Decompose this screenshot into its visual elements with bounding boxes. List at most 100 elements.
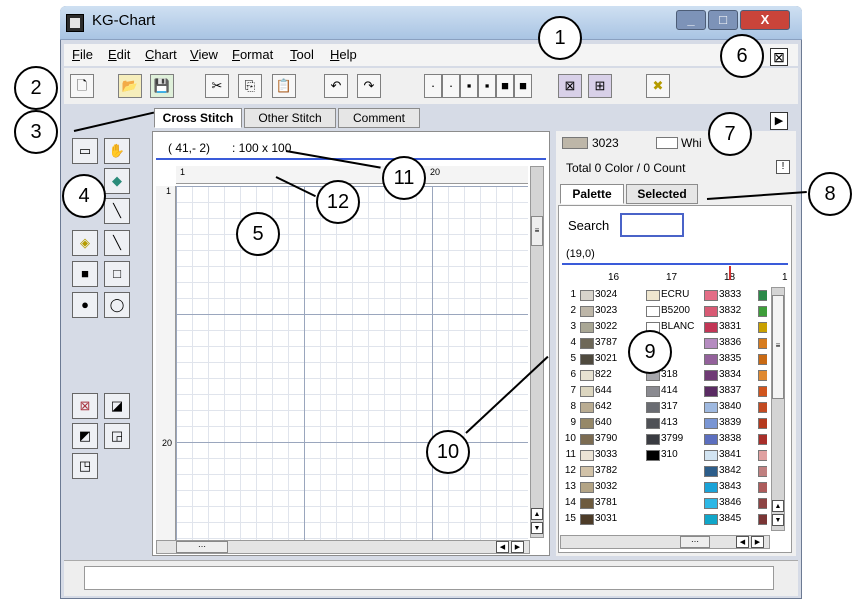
color-code[interactable]: 3033	[595, 447, 641, 463]
color-swatch[interactable]	[580, 482, 594, 493]
menu-view[interactable]: View	[190, 47, 218, 62]
color-swatch[interactable]	[704, 290, 718, 301]
copy-button[interactable]: ⎘	[238, 74, 262, 98]
palette-row[interactable]: 8 642 317 3840	[562, 399, 767, 415]
canvas-scroll-left-button[interactable]: ◀	[496, 541, 509, 553]
canvas-scroll-down-button[interactable]: ▼	[531, 522, 543, 534]
color-code[interactable]: 3782	[595, 463, 641, 479]
tab-other-stitch[interactable]: Other Stitch	[244, 108, 336, 128]
color-swatch[interactable]	[646, 450, 660, 461]
color-swatch[interactable]	[758, 322, 767, 333]
palette-row[interactable]: 14 3781 3846	[562, 495, 767, 511]
color-code[interactable]: 644	[595, 383, 641, 399]
color-swatch[interactable]	[646, 402, 660, 413]
select-tool-icon[interactable]: ▭	[72, 138, 98, 164]
color-code[interactable]: B5200	[661, 303, 707, 319]
open-button[interactable]: 📂	[118, 74, 142, 98]
palette-grid[interactable]: 1 3024 ECRU 3833 2 3023 B5200 3832 3 3022 BLANC 383…	[562, 287, 767, 545]
color-swatch[interactable]	[758, 354, 767, 365]
color-code[interactable]: 3031	[595, 511, 641, 527]
color-swatch[interactable]	[580, 514, 594, 525]
canvas-vscroll-thumb[interactable]: ≡	[531, 216, 543, 246]
canvas-scroll-right-button[interactable]: ▶	[511, 541, 524, 553]
maximize-button[interactable]: □	[708, 10, 738, 30]
rect-tool-icon[interactable]: □	[104, 261, 130, 287]
exit-button[interactable]: ✖	[646, 74, 670, 98]
color-swatch[interactable]	[758, 290, 767, 301]
color-swatch[interactable]	[580, 434, 594, 445]
palette-scroll-up-button[interactable]: ▲	[772, 500, 784, 512]
color-code[interactable]: 640	[595, 415, 641, 431]
color-swatch[interactable]	[704, 306, 718, 317]
redo-button[interactable]: ↷	[357, 74, 381, 98]
color-swatch[interactable]	[646, 386, 660, 397]
tab-palette[interactable]: Palette	[560, 184, 624, 204]
palette-vscroll-thumb[interactable]: ≡	[772, 295, 784, 399]
color-swatch[interactable]	[758, 402, 767, 413]
color-swatch[interactable]	[704, 514, 718, 525]
color-swatch[interactable]	[758, 370, 767, 381]
new-button[interactable]: 🗋	[70, 74, 94, 98]
color-swatch[interactable]	[646, 418, 660, 429]
canvas-hscroll-thumb[interactable]: ⋯	[176, 541, 228, 553]
color-swatch[interactable]	[646, 306, 660, 317]
color-code[interactable]: 414	[661, 383, 707, 399]
color-swatch[interactable]	[704, 370, 718, 381]
menu-tool[interactable]: Tool	[290, 47, 314, 62]
filled-ellipse-tool-icon[interactable]: ●	[72, 292, 98, 318]
grid-toggle-a-button[interactable]: ⊠	[558, 74, 582, 98]
color-swatch[interactable]	[580, 290, 594, 301]
collapse-panel-button[interactable]: ▶	[770, 112, 788, 130]
info-button[interactable]: !	[776, 160, 790, 174]
color-swatch[interactable]	[704, 466, 718, 477]
color-code[interactable]: ECRU	[661, 287, 707, 303]
color-swatch[interactable]	[758, 434, 767, 445]
stitch-grid[interactable]	[176, 186, 528, 548]
zoom-3-button[interactable]: ▪	[460, 74, 478, 98]
color-code[interactable]: 3032	[595, 479, 641, 495]
color-code[interactable]: 3799	[661, 431, 707, 447]
color-swatch[interactable]	[580, 386, 594, 397]
color-code[interactable]: 413	[661, 415, 707, 431]
zoom-5-button[interactable]: ■	[496, 74, 514, 98]
color-swatch[interactable]	[646, 434, 660, 445]
color-swatch[interactable]	[758, 386, 767, 397]
color-code[interactable]: 3022	[595, 319, 641, 335]
color-swatch[interactable]	[758, 450, 767, 461]
quarter-stitch-a-icon[interactable]: ◲	[104, 423, 130, 449]
search-input[interactable]	[620, 213, 684, 237]
palette-row[interactable]: 6 822 318 3834	[562, 367, 767, 383]
color-swatch[interactable]	[758, 306, 767, 317]
grid-toggle-b-button[interactable]: ⊞	[588, 74, 612, 98]
color-swatch[interactable]	[580, 338, 594, 349]
palette-scroll-right-button[interactable]: ▶	[751, 536, 764, 548]
color-code[interactable]: 3023	[595, 303, 641, 319]
palette-row[interactable]: 2 3023 B5200 3832	[562, 303, 767, 319]
color-swatch[interactable]	[704, 498, 718, 509]
half-stitch-a-icon[interactable]: ◪	[104, 393, 130, 419]
menu-file[interactable]: File	[72, 47, 93, 62]
color-swatch[interactable]	[580, 418, 594, 429]
color-swatch[interactable]	[580, 402, 594, 413]
palette-row[interactable]: 10 3790 3799 3838	[562, 431, 767, 447]
palette-hscroll-thumb[interactable]: ⋯	[680, 536, 710, 548]
close-chart-button[interactable]: ⊠	[770, 48, 788, 66]
color-swatch[interactable]	[704, 434, 718, 445]
color-swatch[interactable]	[580, 306, 594, 317]
color-swatch[interactable]	[646, 290, 660, 301]
paste-button[interactable]: 📋	[272, 74, 296, 98]
color-swatch[interactable]	[758, 338, 767, 349]
palette-row[interactable]: 1 3024 ECRU 3833	[562, 287, 767, 303]
half-stitch-b-icon[interactable]: ◩	[72, 423, 98, 449]
color-swatch[interactable]	[704, 482, 718, 493]
color-swatch[interactable]	[704, 402, 718, 413]
color-code[interactable]: 3790	[595, 431, 641, 447]
palette-scroll-left-button[interactable]: ◀	[736, 536, 749, 548]
color-swatch[interactable]	[704, 322, 718, 333]
color-swatch[interactable]	[758, 466, 767, 477]
palette-row[interactable]: 9 640 413 3839	[562, 415, 767, 431]
color-code[interactable]: 317	[661, 399, 707, 415]
lasso-tool-icon[interactable]: ◯	[104, 292, 130, 318]
color-code[interactable]: 3781	[595, 495, 641, 511]
menu-chart[interactable]: Chart	[145, 47, 177, 62]
